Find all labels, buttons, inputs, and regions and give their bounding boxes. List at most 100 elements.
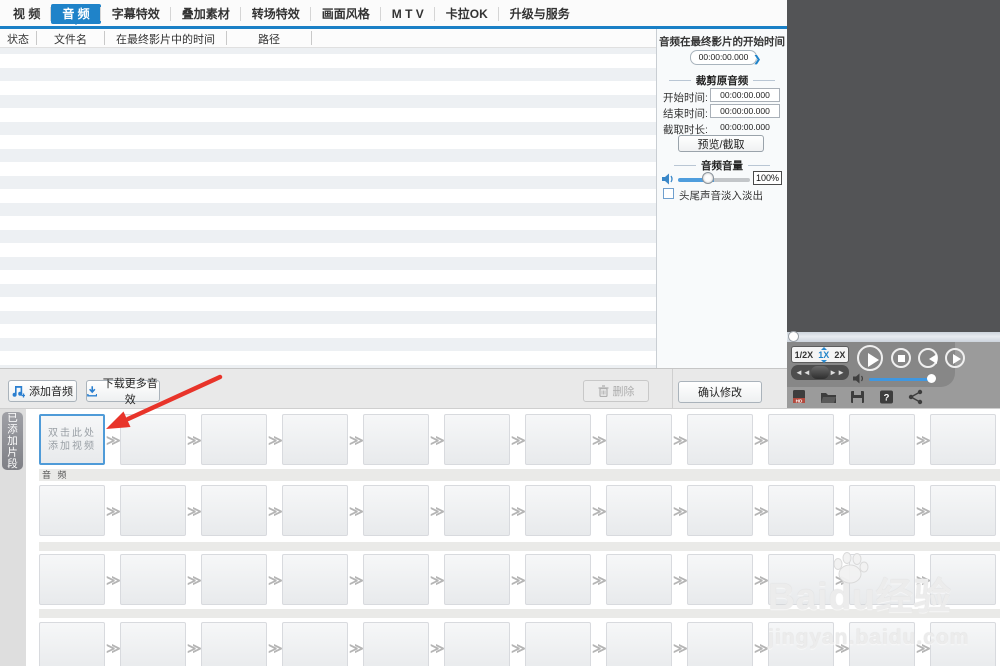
clip-slot-r0-0[interactable]: 双击此处添加视频 — [39, 414, 105, 465]
clip-slot-r3-1[interactable] — [120, 622, 186, 666]
clip-slot-r2-3[interactable] — [282, 554, 348, 605]
play-button[interactable] — [857, 345, 883, 371]
clip-slot-r3-3[interactable] — [282, 622, 348, 666]
column-status[interactable]: 状态 — [0, 31, 37, 45]
clip-slot-r3-10[interactable] — [849, 622, 915, 666]
clip-slot-r0-5[interactable] — [444, 414, 510, 465]
download-more-button[interactable]: 下载更多音效 — [86, 380, 160, 402]
share-icon[interactable] — [907, 389, 924, 405]
confirm-changes-button[interactable]: 确认修改 — [678, 381, 762, 403]
menu-tab-3[interactable]: 叠加素材 — [171, 4, 241, 24]
clip-slot-r0-3[interactable] — [282, 414, 348, 465]
clip-slot-r1-2[interactable] — [201, 485, 267, 536]
menu-tab-5[interactable]: 画面风格 — [311, 4, 381, 24]
clip-slot-r0-7[interactable] — [606, 414, 672, 465]
preview-crop-button[interactable]: 预览/截取 — [678, 135, 764, 152]
clip-slot-r2-2[interactable] — [201, 554, 267, 605]
save-icon[interactable] — [849, 389, 866, 405]
clip-slot-r0-1[interactable] — [120, 414, 186, 465]
clip-slot-r1-4[interactable] — [363, 485, 429, 536]
fade-checkbox[interactable] — [663, 188, 674, 199]
volume-slider-row: 100% — [657, 171, 788, 187]
chevron-separator-icon: ≫ — [268, 503, 282, 519]
next-frame-button[interactable] — [945, 348, 965, 368]
speed-1x-button[interactable]: 1X — [818, 350, 829, 360]
clip-placeholder-line1: 双击此处 — [48, 427, 96, 440]
chevron-separator-icon: ≫ — [916, 572, 930, 588]
volume-slider-track[interactable] — [678, 178, 750, 182]
clip-slot-r2-5[interactable] — [444, 554, 510, 605]
menu-tab-4[interactable]: 转场特效 — [241, 4, 311, 24]
start-time-display[interactable]: 00:00:00.000❯ — [690, 50, 757, 65]
menu-tab-0[interactable]: 视 频 — [2, 4, 51, 24]
clip-slot-r2-7[interactable] — [606, 554, 672, 605]
clip-slot-r2-11[interactable] — [930, 554, 996, 605]
menu-tab-6[interactable]: М Т V — [381, 4, 435, 24]
menu-tab-1[interactable]: 音 频 — [51, 4, 100, 24]
add-audio-button[interactable]: 添加音频 — [8, 380, 77, 402]
column-path[interactable]: 路径 — [227, 31, 312, 45]
seek-bar[interactable] — [787, 332, 1000, 342]
clip-slot-r3-9[interactable] — [768, 622, 834, 666]
clip-slot-r3-4[interactable] — [363, 622, 429, 666]
clip-slot-r3-8[interactable] — [687, 622, 753, 666]
volume-slider-handle[interactable] — [702, 172, 714, 184]
menu-tab-8[interactable]: 升级与服务 — [499, 4, 581, 24]
clip-slot-r0-6[interactable] — [525, 414, 591, 465]
export-video-icon[interactable]: HD — [791, 389, 808, 405]
shuttle-slider[interactable]: ◄◄ ►► — [791, 365, 849, 380]
clip-slot-r3-6[interactable] — [525, 622, 591, 666]
clip-slot-r3-11[interactable] — [930, 622, 996, 666]
crop-section-title: 裁剪原音频 — [657, 73, 787, 88]
clip-slot-r1-10[interactable] — [849, 485, 915, 536]
clip-slot-r0-11[interactable] — [930, 414, 996, 465]
clip-slot-r0-10[interactable] — [849, 414, 915, 465]
clip-slot-r3-5[interactable] — [444, 622, 510, 666]
open-folder-icon[interactable] — [820, 389, 837, 405]
clip-slot-r2-9[interactable] — [768, 554, 834, 605]
clip-slot-r1-11[interactable] — [930, 485, 996, 536]
stop-button[interactable] — [891, 348, 911, 368]
clip-slot-r1-9[interactable] — [768, 485, 834, 536]
clip-slot-r1-1[interactable] — [120, 485, 186, 536]
clip-slot-r2-6[interactable] — [525, 554, 591, 605]
delete-button[interactable]: 删除 — [583, 380, 649, 402]
clip-slot-r1-5[interactable] — [444, 485, 510, 536]
clip-slot-r3-7[interactable] — [606, 622, 672, 666]
clip-slot-r1-6[interactable] — [525, 485, 591, 536]
play-icon — [868, 353, 886, 367]
column-time[interactable]: 在最终影片中的时间 — [105, 31, 227, 45]
clip-slot-r0-4[interactable] — [363, 414, 429, 465]
column-filename[interactable]: 文件名 — [37, 31, 105, 45]
clip-slot-r1-7[interactable] — [606, 485, 672, 536]
clip-slot-r2-4[interactable] — [363, 554, 429, 605]
help-icon[interactable]: ? — [878, 389, 895, 405]
clip-slot-r2-0[interactable] — [39, 554, 105, 605]
chevron-separator-icon: ≫ — [754, 572, 768, 588]
menu-tab-7[interactable]: 卡拉OK — [435, 4, 499, 24]
player-volume-track[interactable] — [869, 378, 935, 381]
trash-icon — [598, 385, 609, 397]
player-volume-handle[interactable] — [927, 374, 936, 383]
speed-half-button[interactable]: 1/2X — [795, 350, 814, 360]
speed-2x-button[interactable]: 2X — [834, 350, 845, 360]
start-time-input[interactable] — [710, 88, 780, 102]
clip-slot-r1-8[interactable] — [687, 485, 753, 536]
clip-slot-r1-3[interactable] — [282, 485, 348, 536]
added-clips-tab[interactable]: 已添加片段 — [2, 412, 23, 470]
clip-slot-r2-8[interactable] — [687, 554, 753, 605]
menu-tab-2[interactable]: 字幕特效 — [101, 4, 171, 24]
file-list-body[interactable] — [0, 48, 656, 368]
clip-slot-r1-0[interactable] — [39, 485, 105, 536]
previous-frame-button[interactable] — [918, 348, 938, 368]
clip-slot-r0-2[interactable] — [201, 414, 267, 465]
seek-handle[interactable] — [788, 331, 799, 342]
clip-slot-r0-8[interactable] — [687, 414, 753, 465]
shuttle-handle[interactable] — [811, 366, 829, 379]
clip-slot-r2-10[interactable] — [849, 554, 915, 605]
end-time-input[interactable] — [710, 104, 780, 118]
clip-slot-r0-9[interactable] — [768, 414, 834, 465]
clip-slot-r2-1[interactable] — [120, 554, 186, 605]
clip-slot-r3-2[interactable] — [201, 622, 267, 666]
clip-slot-r3-0[interactable] — [39, 622, 105, 666]
